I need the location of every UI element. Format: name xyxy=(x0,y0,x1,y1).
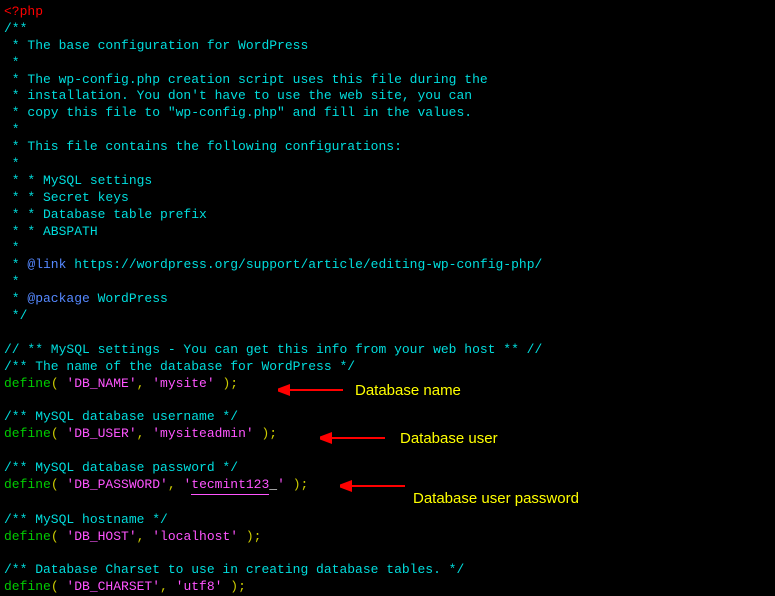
dbhost-key: 'DB_HOST' xyxy=(66,529,136,544)
doc-star: * xyxy=(4,122,20,137)
define-keyword: define xyxy=(4,426,51,441)
dbname-key: 'DB_NAME' xyxy=(66,376,136,391)
docblock-open: /** xyxy=(4,21,27,36)
docblock-close: */ xyxy=(4,308,27,323)
comment-dbhost: /** MySQL hostname */ xyxy=(4,512,168,527)
define-keyword: define xyxy=(4,529,51,544)
define-dbcharset-line: define( 'DB_CHARSET', 'utf8' ); xyxy=(4,579,771,596)
doc-line: * copy this file to "wp-config.php" and … xyxy=(4,105,472,120)
doc-package-name: WordPress xyxy=(90,291,168,306)
comment-dbuser: /** MySQL database username */ xyxy=(4,409,238,424)
define-dbuser-line: define( 'DB_USER', 'mysiteadmin' ); xyxy=(4,426,771,443)
doc-prefix: * xyxy=(4,291,27,306)
dbcharset-value: 'utf8' xyxy=(176,579,223,594)
code-editor[interactable]: <?php /** * The base configuration for W… xyxy=(4,4,771,596)
doc-link-tag: @link xyxy=(27,257,66,272)
doc-star: * xyxy=(4,55,20,70)
doc-line: * * MySQL settings xyxy=(4,173,152,188)
define-dbhost-line: define( 'DB_HOST', 'localhost' ); xyxy=(4,529,771,546)
doc-star: * xyxy=(4,156,20,171)
define-keyword: define xyxy=(4,477,51,492)
annotation-dbuser: Database user xyxy=(400,429,498,449)
comment-mysql-settings: // ** MySQL settings - You can get this … xyxy=(4,342,542,357)
doc-prefix: * xyxy=(4,257,27,272)
doc-line: * The wp-config.php creation script uses… xyxy=(4,72,488,87)
dbcharset-key: 'DB_CHARSET' xyxy=(66,579,160,594)
doc-line: * installation. You don't have to use th… xyxy=(4,88,472,103)
define-keyword: define xyxy=(4,376,51,391)
cursor: _ xyxy=(269,477,277,492)
doc-line: * * ABSPATH xyxy=(4,224,98,239)
arrow-dbpass xyxy=(340,480,405,492)
dbhost-value: 'localhost' xyxy=(152,529,238,544)
define-keyword: define xyxy=(4,579,51,594)
dbpass-key: 'DB_PASSWORD' xyxy=(66,477,167,492)
doc-package-tag: @package xyxy=(27,291,89,306)
doc-star: * xyxy=(4,274,20,289)
doc-line: * The base configuration for WordPress xyxy=(4,38,308,53)
php-open-tag: <?php xyxy=(4,4,43,19)
arrow-dbuser xyxy=(320,432,385,444)
doc-link-url: https://wordpress.org/support/article/ed… xyxy=(66,257,542,272)
doc-line: * * Secret keys xyxy=(4,190,129,205)
doc-line: * This file contains the following confi… xyxy=(4,139,402,154)
dbpass-value: tecmint123 xyxy=(191,477,269,495)
arrow-dbname xyxy=(278,384,343,396)
dbname-value: 'mysite' xyxy=(152,376,214,391)
comment-dbname: /** The name of the database for WordPre… xyxy=(4,359,355,374)
annotation-dbpass: Database user password xyxy=(413,489,579,509)
comment-dbpass: /** MySQL database password */ xyxy=(4,460,238,475)
doc-line: * * Database table prefix xyxy=(4,207,207,222)
doc-star: * xyxy=(4,240,20,255)
dbuser-value: 'mysiteadmin' xyxy=(152,426,253,441)
annotation-dbname: Database name xyxy=(355,381,461,401)
dbuser-key: 'DB_USER' xyxy=(66,426,136,441)
